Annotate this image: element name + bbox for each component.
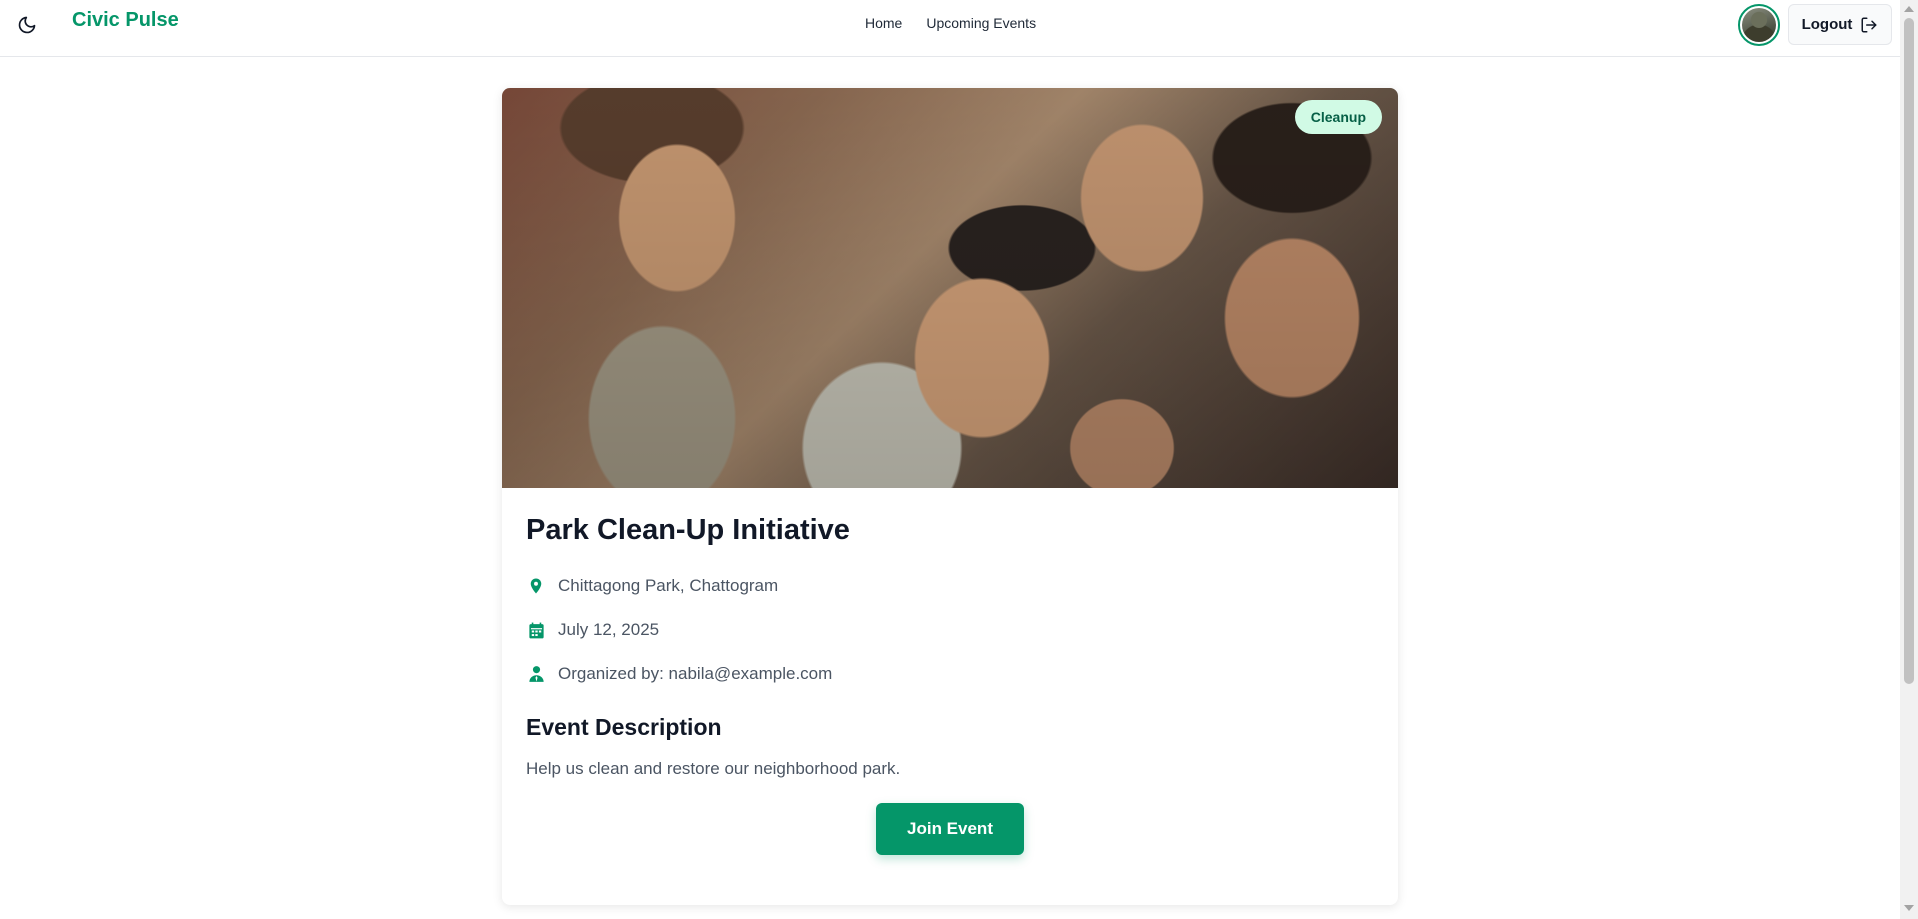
- calendar-icon: [526, 620, 546, 640]
- event-description: Help us clean and restore our neighborho…: [526, 759, 901, 779]
- page-scrollbar[interactable]: [1900, 0, 1918, 919]
- event-image-overlay: [502, 88, 1398, 488]
- event-date-row: July 12, 2025: [526, 618, 1374, 642]
- category-badge: Cleanup: [1294, 100, 1382, 134]
- organizer-user-icon: [526, 664, 546, 684]
- description-heading: Event Description: [526, 714, 722, 741]
- nav-link-upcoming-events[interactable]: Upcoming Events: [926, 15, 1036, 31]
- join-button-wrapper: Join Event: [526, 803, 1374, 856]
- nav-link-home[interactable]: Home: [865, 15, 902, 31]
- theme-toggle-button[interactable]: [14, 12, 40, 38]
- event-organizer-row: Organized by: nabila@example.com: [526, 662, 1374, 686]
- brand-logo[interactable]: Civic Pulse: [72, 9, 179, 32]
- event-image: Cleanup: [502, 88, 1398, 488]
- location-pin-icon: [526, 576, 546, 596]
- event-card: Cleanup Park Clean-Up Initiative Chittag…: [502, 88, 1398, 905]
- event-title: Park Clean-Up Initiative: [526, 514, 850, 546]
- page: Civic Pulse Home Upcoming Events Logout …: [0, 0, 1918, 919]
- avatar-image: [1742, 8, 1776, 42]
- join-event-button[interactable]: Join Event: [876, 803, 1024, 856]
- event-date: July 12, 2025: [558, 620, 660, 640]
- logout-arrow-icon: [1861, 17, 1877, 32]
- scroll-up-arrow-icon[interactable]: [1904, 6, 1914, 12]
- scroll-down-arrow-icon[interactable]: [1904, 905, 1914, 911]
- navbar: Civic Pulse Home Upcoming Events Logout: [0, 0, 1900, 57]
- event-location: Chittagong Park, Chattogram: [558, 576, 779, 596]
- logout-button[interactable]: Logout: [1788, 4, 1892, 45]
- logout-label: Logout: [1801, 16, 1853, 33]
- event-details: Park Clean-Up Initiative Chittagong Park…: [502, 488, 1398, 856]
- main-nav: Home Upcoming Events: [865, 15, 1036, 31]
- avatar[interactable]: [1738, 4, 1780, 46]
- moon-icon: [18, 16, 36, 34]
- event-organizer: Organized by: nabila@example.com: [558, 664, 833, 684]
- scrollbar-thumb[interactable]: [1904, 18, 1914, 684]
- event-location-row: Chittagong Park, Chattogram: [526, 574, 1374, 598]
